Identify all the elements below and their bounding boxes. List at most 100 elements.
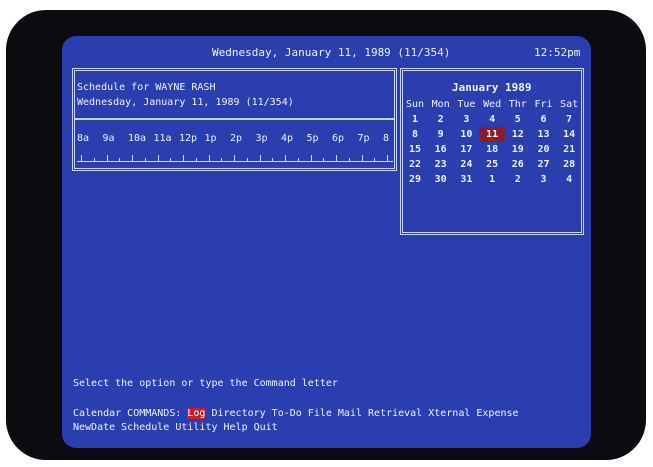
hour-label: 2p [230,133,243,144]
ruler-tick [259,155,261,161]
ruler-tick [285,155,286,161]
ruler-tick [374,158,376,161]
ruler-tick [157,155,159,161]
ruler-tick [170,158,172,161]
ruler-tick [183,155,184,161]
ruler-tick [246,158,248,161]
calendar-day[interactable]: 7 [556,112,582,127]
command-menu-line-2[interactable]: NewDate Schedule Utility Help Quit [73,422,278,434]
terminal-screen: Wednesday, January 11, 1989 (11/354) 12:… [62,36,591,448]
calendar-day[interactable]: 3 [531,172,557,187]
calendar-day[interactable]: 21 [556,142,582,157]
calendar-day[interactable]: 20 [531,142,557,157]
hour-label: 6p [332,133,345,144]
calendar-day[interactable]: 17 [453,142,479,157]
calendar-day[interactable]: 14 [556,127,582,142]
ruler-tick [348,158,350,161]
ruler-tick [234,155,235,161]
calendar-day[interactable]: 30 [428,172,454,187]
schedule-hour-row[interactable]: 8a 9a 10a 11a 12p 1p 2p 3p 4p 5p 6p 7p 8 [77,133,392,145]
calendar-week-row: 15 16 17 18 19 20 21 [402,142,582,157]
hour-label: 1p [204,133,217,144]
calendar-day[interactable]: 5 [505,112,531,127]
calendar-day[interactable]: 1 [402,112,428,127]
calendar-week-row: 22 23 24 25 26 27 28 [402,157,582,172]
calendar-day[interactable]: 8 [402,127,428,142]
calendar-day[interactable]: 4 [556,172,582,187]
calendar-day[interactable]: 10 [453,127,479,142]
ruler-tick [106,155,108,161]
hour-label: 8 [383,133,390,144]
schedule-title: Schedule for WAYNE RASH [77,82,216,93]
ruler-tick [195,158,197,161]
calendar-day[interactable]: 6 [531,112,557,127]
calendar-day[interactable]: 19 [505,142,531,157]
calendar-day[interactable]: 25 [479,157,505,172]
calendar-day[interactable]: 12 [505,127,531,142]
command-log-highlighted[interactable]: Log [187,408,206,419]
hour-label: 3p [255,133,268,144]
hour-label: 4p [281,133,294,144]
schedule-date: Wednesday, January 11, 1989 (11/354) [77,97,294,108]
weekday-label: Tue [457,99,476,110]
calendar-day[interactable]: 3 [453,112,479,127]
weekday-label: Sun [405,99,425,110]
ruler-tick [361,155,363,161]
calendar-day[interactable]: 16 [428,142,454,157]
ruler-tick [336,155,337,161]
schedule-time-ruler[interactable] [77,155,401,162]
hour-label: 8a [77,133,90,144]
calendar-day[interactable]: 24 [453,157,479,172]
weekday-label: Mon [431,99,450,110]
calendar-week-row: 29 30 31 1 2 3 4 [402,172,582,187]
calendar-month-title: January 1989 [452,81,532,94]
calendar-day[interactable]: 26 [505,157,531,172]
ruler-tick [93,158,95,161]
ruler-tick [144,158,146,161]
calendar-day[interactable]: 2 [505,172,531,187]
calendar-week-row: 1234567 [402,112,582,127]
ruler-tick [81,155,82,161]
command-menu-line-1: Calendar COMMANDS: Log Directory To-Do F… [73,408,519,420]
ruler-tick [272,158,274,161]
weekday-label: Sat [560,99,579,110]
ruler-tick [221,158,223,161]
calendar-day[interactable]: 1 [479,172,505,187]
ruler-tick [310,155,312,161]
calendar-day[interactable]: 28 [556,157,582,172]
calendar-day[interactable]: 9 [428,127,454,142]
hour-label: 7p [357,133,370,144]
ruler-tick [119,158,121,161]
ruler-tick [132,155,133,161]
weekday-label: Wed [483,99,502,110]
ruler-tick [297,158,299,161]
calendar-day[interactable]: 13 [531,127,557,142]
ruler-tick [208,155,210,161]
calendar-day[interactable]: 27 [531,157,557,172]
weekday-label: Fri [534,99,553,110]
hour-label: 10a [128,133,147,144]
command-menu-prefix: Calendar COMMANDS: [73,408,188,419]
calendar-week-row: 8 9 10 11 12 13 14 [402,127,582,142]
calendar-day[interactable]: 18 [479,142,505,157]
calendar-day[interactable]: 22 [402,157,428,172]
calendar-day-selected[interactable]: 11 [479,127,506,142]
schedule-divider [74,118,395,120]
hour-label: 11a [153,133,172,144]
calendar-day[interactable]: 31 [453,172,479,187]
ruler-tick [387,155,388,161]
calendar-grid: Sun Mon Tue Wed Thr Fri Sat 1 2 3 4 5 6 7 8 9 10 11 12 13 14… [402,97,582,187]
calendar-day[interactable]: 29 [402,172,428,187]
ruler-tick [323,158,325,161]
command-menu-options[interactable]: Directory To-Do File Mail Retrieval Xter… [205,408,518,419]
weekday-label: Thr [508,99,527,110]
calendar-day[interactable]: 4 [479,112,505,127]
calendar-day[interactable]: 15 [402,142,428,157]
calendar-day[interactable]: 23 [428,157,454,172]
header-date: Wednesday, January 11, 1989 (11/354) [212,46,451,59]
hour-label: 5p [306,133,319,144]
calendar-day[interactable]: 2 [428,112,454,127]
header-time: 12:52pm [534,46,581,59]
hour-label: 9a [102,133,115,144]
command-prompt: Select the option or type the Command le… [73,378,338,389]
